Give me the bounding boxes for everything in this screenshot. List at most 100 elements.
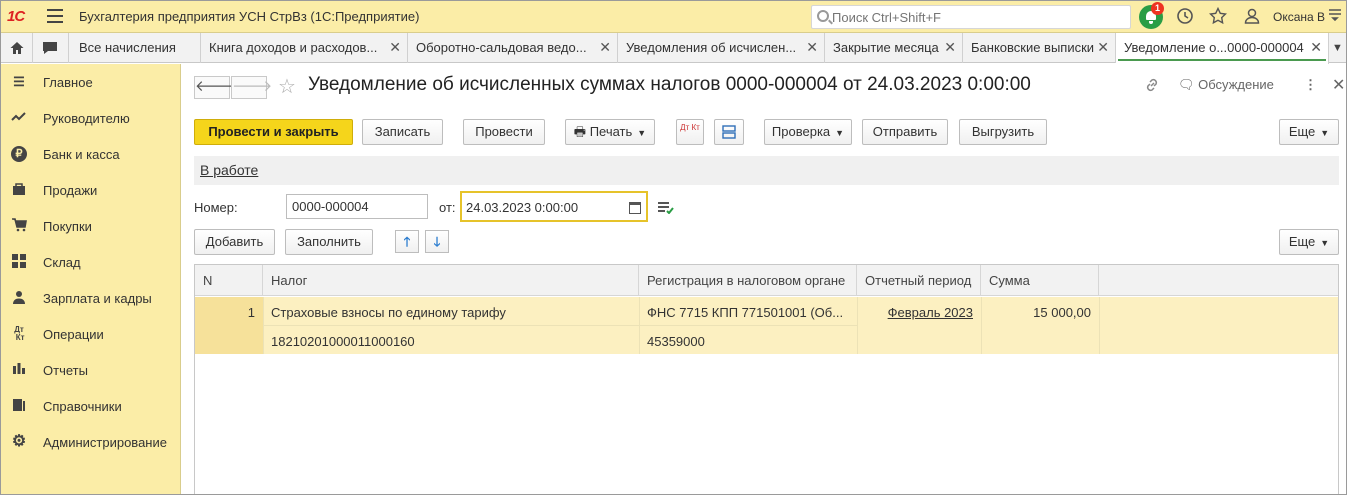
forward-button[interactable]: 🡒	[231, 76, 272, 99]
sidebar-item-main[interactable]: ☰ Главное	[1, 64, 181, 100]
more-actions-icon[interactable]: ⋮	[1304, 77, 1317, 93]
bag-icon	[11, 182, 27, 198]
tab-all-accruals[interactable]: Все начисления	[71, 33, 201, 63]
cart-icon	[11, 218, 27, 234]
export-button[interactable]: Выгрузить	[959, 119, 1047, 145]
divider	[263, 325, 857, 326]
print-label: Печать	[589, 124, 633, 139]
discussions-tab[interactable]	[33, 33, 69, 63]
oktmo-code[interactable]: 45359000	[647, 334, 851, 349]
move-down-icon[interactable]: 🡓	[425, 230, 449, 253]
sidebar-item-label: Продажи	[43, 183, 98, 198]
check-button[interactable]: Проверка ▼	[764, 119, 852, 145]
move-up-icon[interactable]: 🡑	[395, 230, 419, 253]
post-button[interactable]: Провести	[463, 119, 545, 145]
tab-label: Уведомления об исчислен...	[626, 40, 797, 55]
global-search[interactable]	[811, 5, 1131, 29]
close-tab-icon[interactable]: ✕	[944, 39, 956, 56]
close-tab-icon[interactable]: ✕	[806, 39, 818, 56]
chevron-down-icon: ▼	[1320, 238, 1330, 248]
tab-month-close[interactable]: Закрытие месяца ✕	[825, 33, 963, 63]
save-button[interactable]: Записать	[362, 119, 443, 145]
tab-label: Закрытие месяца	[833, 40, 939, 55]
sidebar-item-purchases[interactable]: Покупки	[1, 208, 181, 244]
post-and-close-button[interactable]: Провести и закрыть	[194, 119, 353, 145]
discussion-button[interactable]: 🗨 Обсуждение	[1178, 77, 1274, 93]
search-input[interactable]	[832, 9, 1122, 25]
add-row-button[interactable]: Добавить	[194, 229, 275, 255]
favorites-star-icon[interactable]	[1208, 6, 1228, 27]
main-menu-icon[interactable]	[47, 9, 63, 23]
column-header-registration[interactable]: Регистрация в налоговом органе	[639, 265, 857, 296]
column-header-n[interactable]: N	[195, 265, 263, 296]
user-name[interactable]: Оксана В	[1273, 10, 1325, 24]
sidebar-item-manager[interactable]: Руководителю	[1, 100, 181, 136]
dtkt-button[interactable]: Дт Кт	[676, 119, 704, 145]
date-field[interactable]: 24.03.2023 0:00:00	[460, 191, 648, 222]
page-title: Уведомление об исчисленных суммах налого…	[308, 74, 1031, 95]
amount-value[interactable]: 15 000,00	[981, 305, 1091, 320]
edit-history-icon[interactable]	[658, 200, 674, 217]
tab-turnover-balance[interactable]: Оборотно-сальдовая ведо... ✕	[408, 33, 618, 63]
sidebar-item-reports[interactable]: Отчеты	[1, 352, 181, 388]
status-bar: В работе	[194, 156, 1339, 185]
sidebar-item-label: Зарплата и кадры	[43, 291, 152, 306]
sidebar-item-sales[interactable]: Продажи	[1, 172, 181, 208]
fill-button[interactable]: Заполнить	[285, 229, 373, 255]
sidebar-item-payroll[interactable]: Зарплата и кадры	[1, 280, 181, 316]
top-bar: 1С Бухгалтерия предприятия УСН СтрВз (1С…	[1, 1, 1346, 33]
close-tab-icon[interactable]: ✕	[389, 39, 401, 56]
back-button[interactable]: 🡐	[194, 76, 235, 99]
send-button[interactable]: Отправить	[862, 119, 948, 145]
home-tab[interactable]	[1, 33, 33, 63]
tab-notification-doc[interactable]: Уведомление о...0000-000004 ✕	[1116, 33, 1329, 64]
close-tab-icon[interactable]: ✕	[599, 39, 611, 56]
calendar-icon[interactable]	[629, 202, 641, 214]
number-label: Номер:	[194, 200, 238, 215]
app-title: Бухгалтерия предприятия УСН СтрВз (1С:Пр…	[79, 9, 420, 24]
sidebar-item-directories[interactable]: Справочники	[1, 388, 181, 424]
close-form-icon[interactable]: ✕	[1332, 75, 1345, 95]
sidebar-item-admin[interactable]: ⚙ Администрирование	[1, 424, 181, 460]
gear-icon: ⚙	[11, 433, 27, 450]
more-label: Еще	[1288, 234, 1316, 249]
notification-count-badge: 1	[1151, 2, 1164, 15]
tab-label: Уведомление о...0000-000004	[1124, 40, 1304, 55]
tab-tax-notifications[interactable]: Уведомления об исчислен... ✕	[618, 33, 825, 63]
sidebar-item-bank[interactable]: ₽ Банк и касса	[1, 136, 181, 172]
sidebar-item-warehouse[interactable]: Склад	[1, 244, 181, 280]
tabs-dropdown-icon[interactable]: ▼	[1329, 33, 1346, 63]
tab-bank-statements[interactable]: Банковские выписки ✕	[963, 33, 1116, 63]
structure-button[interactable]	[714, 119, 744, 145]
history-icon[interactable]	[1175, 7, 1195, 27]
column-header-tax[interactable]: Налог	[263, 265, 639, 296]
printer-icon: 🖶	[573, 124, 587, 139]
settings-menu-icon[interactable]	[1326, 7, 1344, 27]
tax-kbk[interactable]: 18210201000011000160	[271, 334, 631, 349]
chevron-down-icon: ▼	[835, 128, 845, 138]
tax-registration[interactable]: ФНС 7715 КПП 771501001 (Об...	[647, 305, 851, 320]
tab-label: Все начисления	[79, 40, 176, 55]
print-button[interactable]: 🖶 Печать ▼	[565, 119, 655, 145]
status-link[interactable]: В работе	[200, 162, 258, 178]
close-tab-icon[interactable]: ✕	[1097, 39, 1109, 56]
user-icon[interactable]	[1242, 7, 1262, 27]
table-more-button[interactable]: Еще ▼	[1279, 229, 1339, 255]
tab-income-book[interactable]: Книга доходов и расходов... ✕	[201, 33, 408, 63]
sidebar-item-operations[interactable]: Дт Кт Операции	[1, 316, 181, 352]
sidebar-item-label: Банк и касса	[43, 147, 120, 162]
column-header-amount[interactable]: Сумма	[981, 265, 1099, 296]
tab-label: Оборотно-сальдовая ведо...	[416, 40, 587, 55]
app-logo: 1С	[7, 8, 25, 25]
favorite-star-icon[interactable]: ☆	[278, 74, 296, 99]
search-icon	[817, 10, 829, 22]
number-field[interactable]: 0000-000004	[286, 194, 428, 219]
reporting-period-link[interactable]: Февраль 2023	[857, 305, 973, 320]
bar-chart-icon	[11, 362, 27, 378]
column-header-period[interactable]: Отчетный период	[857, 265, 981, 296]
home-icon	[10, 42, 24, 54]
close-tab-icon[interactable]: ✕	[1310, 39, 1322, 56]
more-button[interactable]: Еще ▼	[1279, 119, 1339, 145]
tax-name[interactable]: Страховые взносы по единому тарифу	[271, 305, 631, 320]
link-icon[interactable]	[1144, 77, 1160, 96]
